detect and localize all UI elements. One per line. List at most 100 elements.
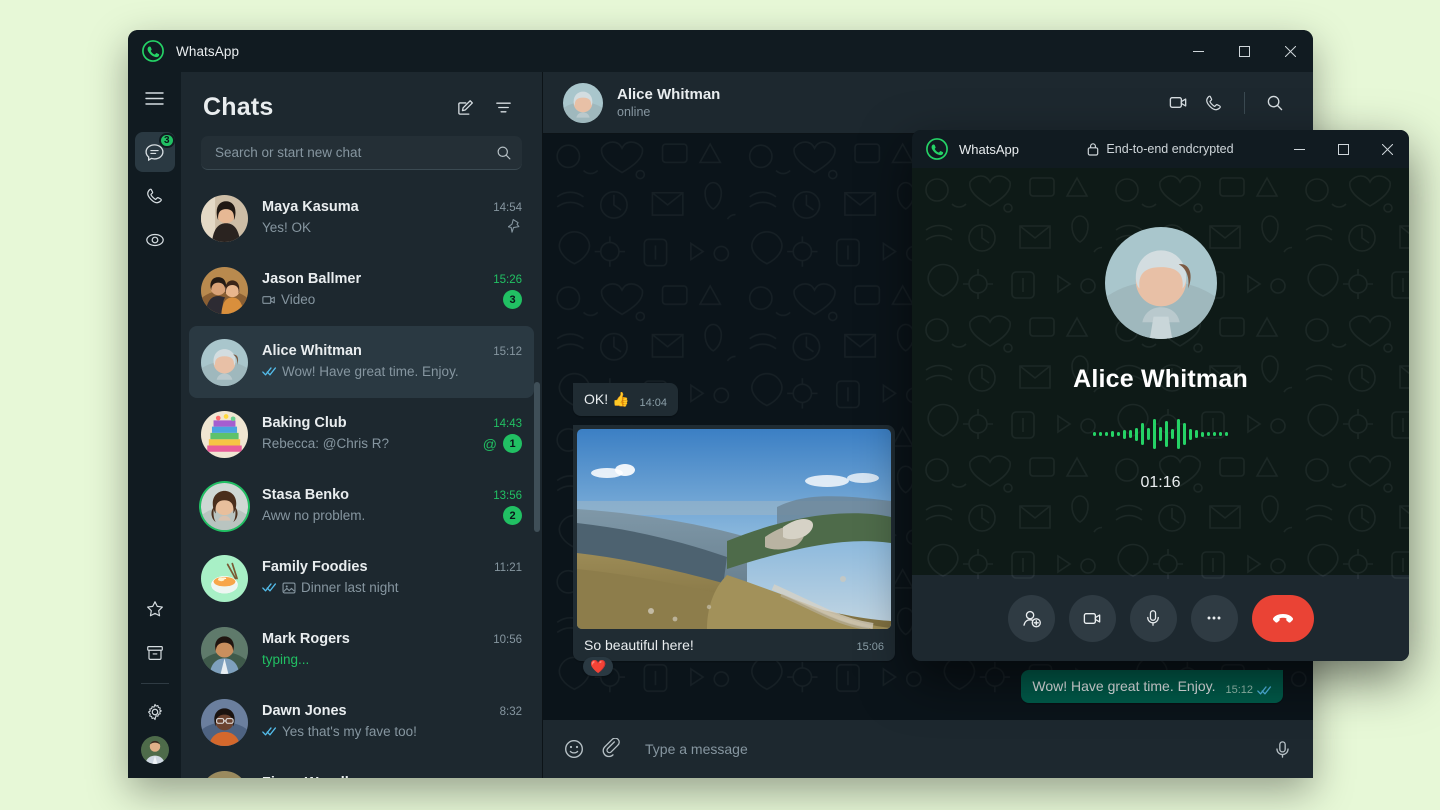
image-message-bubble[interactable]: So beautiful here!15:06❤️ [573,425,895,661]
message-time: 14:04 [639,396,667,411]
voice-call-window: WhatsApp End-to-end endcrypted [912,130,1409,661]
chat-list-item[interactable]: Baking Club14:43Rebecca: @Chris R?@1 [189,398,534,470]
message-time: 15:12 [1225,683,1253,698]
contact-avatar[interactable] [563,83,603,123]
chat-item-bottom: Wow! Have great time. Enjoy. [262,362,522,381]
waveform-bar [1165,421,1168,447]
chat-item-content: Baking Club14:43Rebecca: @Chris R?@1 [262,415,522,453]
waveform-bar [1207,432,1210,436]
chat-item-indicators [508,218,522,238]
call-maximize-button[interactable] [1321,130,1365,168]
maximize-button[interactable] [1221,30,1267,72]
waveform-bar [1129,430,1132,438]
call-close-button[interactable] [1365,130,1409,168]
chat-item-name: Dawn Jones [262,703,492,719]
avatar[interactable] [201,339,248,386]
menu-button[interactable] [135,78,175,118]
sidebar-item-archived[interactable] [135,633,175,673]
chat-item-name: Mark Rogers [262,631,485,647]
waveform-bar [1093,432,1096,436]
chat-item-top: Baking Club14:43 [262,415,522,431]
chat-item-name: Jason Ballmer [262,271,485,287]
chat-list-item[interactable]: Jason Ballmer 15:26 Video3 [189,254,534,326]
search-input[interactable] [215,145,496,160]
message-photo[interactable] [577,429,891,629]
search-icon[interactable] [496,145,512,161]
window-controls [1175,30,1313,72]
end-call-icon[interactable] [1252,595,1314,642]
text-message-bubble[interactable]: Wow! Have great time. Enjoy.15:12 [1021,670,1283,703]
avatar[interactable] [201,267,248,314]
chat-list-scrollbar[interactable] [534,382,540,532]
avatar[interactable] [201,195,248,242]
video-call-icon[interactable] [1160,85,1196,121]
sidebar-item-chats[interactable]: 3 [135,132,175,172]
chat-item-indicators: 2 [503,506,522,525]
chat-item-time: 8:32 [500,706,522,718]
waveform-bar [1135,428,1138,441]
chat-item-top: Stasa Benko13:56 [262,487,522,503]
waveform-bar [1189,429,1192,440]
chat-item-bottom: Video3 [262,290,522,309]
microphone-icon[interactable] [1272,739,1293,760]
toggle-video-icon[interactable] [1069,595,1116,642]
chat-item-indicators: @1 [483,434,522,453]
chat-item-top: Family Foodies11:21 [262,559,522,575]
minimize-button[interactable] [1175,30,1221,72]
whatsapp-logo-icon [142,40,164,62]
chat-item-preview: Aww no problem. [262,508,495,523]
chat-item-bottom: typing... [262,650,522,669]
chat-item-time: 15:26 [493,274,522,286]
call-window-titlebar: WhatsApp End-to-end endcrypted [912,130,1409,168]
sidebar-item-starred[interactable] [135,589,175,629]
sidebar-item-settings[interactable] [135,692,175,732]
toggle-microphone-icon[interactable] [1130,595,1177,642]
waveform-bar [1099,432,1102,436]
call-stage: Alice Whitman 01:16 [912,168,1409,575]
emoji-icon[interactable] [563,738,585,760]
avatar[interactable] [201,699,248,746]
pin-icon [508,218,522,238]
chat-list-item[interactable]: Dawn Jones8:32Yes that's my fave too! [189,686,534,758]
chat-list-scroll[interactable]: Maya Kasuma14:54Yes! OK Jason Ballmer 15:2… [181,182,542,778]
avatar[interactable] [201,771,248,779]
avatar[interactable] [201,483,248,530]
read-receipt-icon [262,582,277,593]
chat-item-name: Baking Club [262,415,485,431]
chat-list-header: Chats [181,72,542,134]
message-input[interactable] [645,741,1256,757]
chat-list-item[interactable]: Family Foodies11:21Dinner last night [189,542,534,614]
waveform-bar [1117,432,1120,436]
avatar[interactable] [201,555,248,602]
avatar[interactable] [201,411,248,458]
filter-icon[interactable] [486,90,520,124]
call-audio-waveform [1093,416,1228,452]
avatar[interactable] [201,627,248,674]
close-button[interactable] [1267,30,1313,72]
call-minimize-button[interactable] [1277,130,1321,168]
chat-item-top: Alice Whitman15:12 [262,343,522,359]
page-title: Chats [203,93,273,122]
profile-avatar[interactable] [141,736,169,764]
waveform-bar [1147,428,1150,440]
chat-list-item[interactable]: Maya Kasuma14:54Yes! OK [189,182,534,254]
add-person-icon[interactable] [1008,595,1055,642]
compose-icon[interactable] [448,90,482,124]
lock-icon [1087,142,1099,156]
voice-call-icon[interactable] [1196,85,1232,121]
chat-list-item[interactable]: Mark Rogers10:56typing... [189,614,534,686]
chat-list-item[interactable]: Ziggy Woodley8:12 [189,758,534,778]
text-message-bubble[interactable]: OK! 👍14:04 [573,383,678,416]
attach-icon[interactable] [601,738,623,760]
chat-list-item[interactable]: Stasa Benko13:56 Aww no problem. 2 [189,470,534,542]
sidebar-item-calls[interactable] [135,176,175,216]
chat-item-content: Stasa Benko13:56 Aww no problem. 2 [262,487,522,525]
chat-item-preview: Wow! Have great time. Enjoy. [282,364,514,379]
conversation-search-icon[interactable] [1257,85,1293,121]
conversation-header: Alice Whitman online [543,72,1313,134]
more-options-icon[interactable] [1191,595,1238,642]
search-box[interactable] [201,136,522,170]
chat-list-item[interactable]: Alice Whitman15:12 Wow! Have great time. … [189,326,534,398]
sidebar-item-status[interactable] [135,220,175,260]
chat-item-content: Alice Whitman15:12 Wow! Have great time. … [262,343,522,381]
